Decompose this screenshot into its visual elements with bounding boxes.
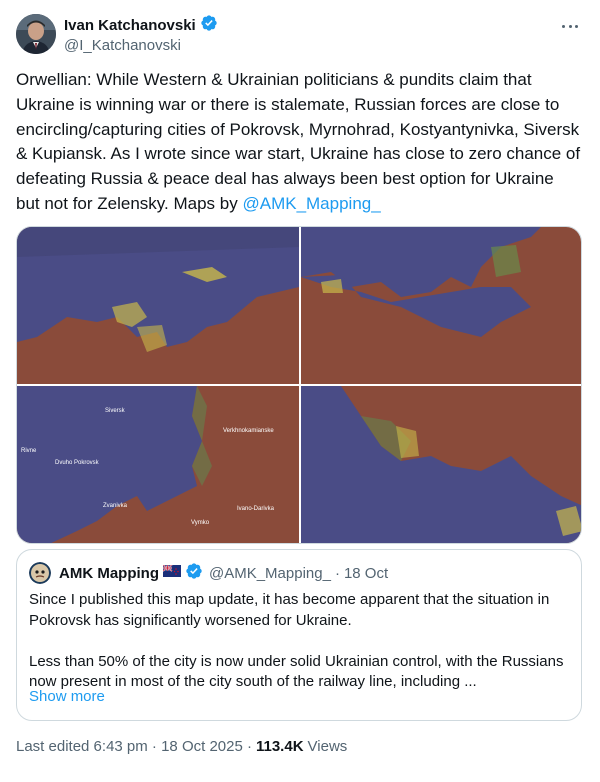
views-label: Views	[307, 738, 348, 755]
map-label-rivne: Rivne	[21, 448, 37, 454]
quoted-author-avatar	[29, 562, 51, 584]
quoted-tweet-date: 18 Oct	[343, 564, 389, 582]
quoted-author-name: AMK Mapping	[59, 564, 159, 582]
tweet-body: Orwellian: While Western & Ukrainian pol…	[16, 70, 581, 213]
map-label-ivano: Ivano-Darivka	[237, 506, 275, 512]
map-label-dvuho: Dvuho Pokrovsk	[55, 460, 99, 466]
map-image-2[interactable]	[301, 227, 581, 384]
quoted-tweet-header: AMK Mapping @AMK_Mapping_ · 18 Oct	[29, 562, 388, 584]
author-avatar[interactable]	[16, 14, 56, 54]
author-name[interactable]: Ivan Katchanovski	[64, 17, 196, 34]
views-count: 113.4K	[255, 738, 304, 755]
author-info: Ivan Katchanovski @I_Katchanovski	[64, 14, 218, 54]
show-more-link[interactable]: Show more	[29, 688, 105, 705]
verified-badge-icon	[185, 562, 203, 585]
dot-separator: ·	[334, 564, 340, 582]
mention-link[interactable]: @AMK_Mapping_	[242, 194, 380, 213]
map-label-verkh: Verkhnokamianske	[223, 428, 274, 434]
map-image-1[interactable]	[17, 227, 299, 384]
quoted-author-handle: @AMK_Mapping_	[208, 564, 331, 582]
verified-badge-icon	[200, 14, 218, 37]
map-image-3[interactable]: Siversk Rivne Dvuho Pokrovsk Zvanivka Ve…	[17, 386, 299, 543]
map-label-siversk: Siversk	[105, 408, 125, 414]
quoted-paragraph-2: Less than 50% of the city is now under s…	[29, 652, 564, 691]
tweet-text: Orwellian: While Western & Ukrainian pol…	[16, 68, 582, 217]
quoted-paragraph-1: Since I published this map update, it ha…	[29, 591, 550, 629]
media-grid: Siversk Rivne Dvuho Pokrovsk Zvanivka Ve…	[16, 226, 582, 544]
author-handle[interactable]: @I_Katchanovski	[64, 37, 218, 54]
map-image-4[interactable]	[301, 386, 581, 543]
map-label-zvanivka: Zvanivka	[103, 503, 128, 509]
tweet-meta: Last edited 6:43 pm · 18 Oct 2025 · 113.…	[16, 738, 347, 755]
more-options-icon[interactable]	[558, 18, 582, 34]
quoted-tweet[interactable]: AMK Mapping @AMK_Mapping_ · 18 Oct Since…	[16, 549, 582, 721]
flag-icon	[162, 564, 181, 582]
tweet-header: Ivan Katchanovski @I_Katchanovski	[16, 14, 584, 58]
quoted-tweet-text: Since I published this map update, it ha…	[29, 590, 569, 693]
edited-timestamp[interactable]: Last edited 6:43 pm · 18 Oct 2025 ·	[16, 738, 252, 755]
map-label-vymko: Vymko	[191, 520, 210, 526]
